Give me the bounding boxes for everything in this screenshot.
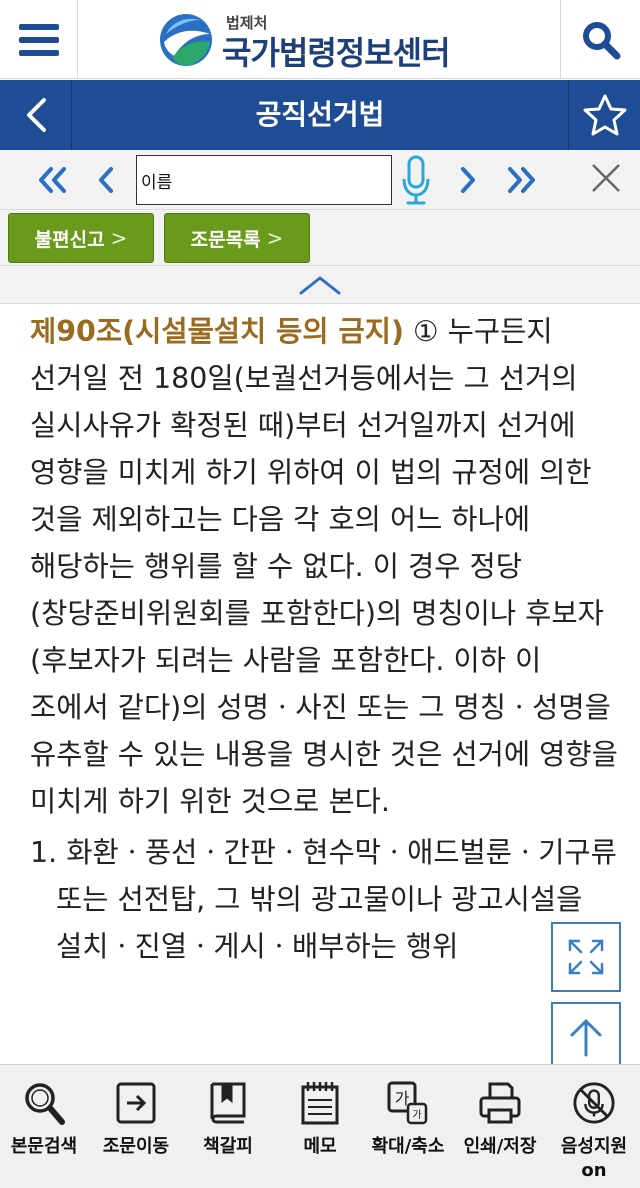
menu-button[interactable] (0, 0, 78, 79)
collapse-toggle[interactable] (0, 266, 640, 304)
site-name: 국가법령정보센터 (222, 34, 451, 72)
zoom-label: 확대/축소 (371, 1136, 445, 1157)
logo-emblem-icon (160, 14, 212, 66)
arrow-up-icon (570, 1019, 602, 1057)
microphone-icon (402, 155, 430, 205)
report-inconvenience-label: 불편신고 (34, 228, 105, 251)
print-save-label: 인쇄/저장 (463, 1136, 537, 1157)
article-heading: 제90조(시설물설치 등의 금지) (30, 315, 404, 348)
expand-arrows-icon (568, 939, 604, 975)
next-match-button[interactable] (446, 158, 490, 202)
previous-match-button[interactable] (84, 158, 128, 202)
close-icon (592, 164, 620, 192)
page-title: 공직선거법 (255, 98, 385, 131)
fullscreen-button[interactable] (551, 922, 621, 992)
text-search-tool[interactable]: 본문검색 (4, 1065, 84, 1188)
voice-support-tool[interactable]: 음성지원 on (554, 1065, 634, 1188)
search-input[interactable] (136, 155, 392, 205)
chevron-right-icon: > (266, 226, 284, 250)
app-header: 법제처 국가법령정보센터 (0, 0, 640, 79)
double-chevron-left-icon (39, 167, 66, 193)
chevron-right-icon: > (110, 226, 128, 250)
close-search-button[interactable] (584, 156, 628, 200)
notepad-icon (298, 1079, 342, 1127)
article-list-button[interactable]: 조문목록 > (164, 213, 310, 263)
scroll-to-top-button[interactable] (551, 1002, 621, 1072)
memo-tool[interactable]: 메모 (280, 1065, 360, 1188)
arrow-box-icon (114, 1079, 158, 1127)
report-inconvenience-button[interactable]: 불편신고 > (8, 213, 154, 263)
back-button[interactable] (0, 80, 72, 150)
zoom-tool[interactable]: 가 가 확대/축소 (368, 1065, 448, 1188)
magnifier-icon (22, 1079, 66, 1127)
site-logo[interactable]: 법제처 국가법령정보센터 (158, 10, 458, 72)
svg-text:가: 가 (412, 1109, 421, 1121)
chevron-left-icon (99, 167, 113, 193)
in-document-search-bar (0, 150, 640, 210)
search-icon (582, 21, 620, 59)
text-size-icon: 가 가 (386, 1079, 430, 1127)
voice-search-button[interactable] (396, 154, 436, 208)
book-icon (206, 1079, 250, 1127)
bottom-toolbar: 본문검색 조문이동 책갈피 메모 가 가 확대/축소 인쇄/저장 음성지원 on (0, 1064, 640, 1188)
move-article-label: 조문이동 (102, 1136, 170, 1157)
double-chevron-right-icon (508, 167, 535, 193)
printer-icon (478, 1079, 522, 1127)
article-paragraph: 제90조(시설물설치 등의 금지) ① 누구든지 선거일 전 180일(보궐선거… (30, 308, 622, 825)
chevron-right-icon (461, 167, 475, 193)
bookmark-label: 책갈피 (203, 1136, 253, 1157)
action-button-row: 불편신고 > 조문목록 > (0, 210, 640, 266)
bookmark-tool[interactable]: 책갈피 (188, 1065, 268, 1188)
hamburger-icon (18, 23, 59, 56)
article-item: 1. 화환ㆍ풍선ㆍ간판ㆍ현수막ㆍ애드벌룬ㆍ기구류 또는 선전탑, 그 밖의 광고… (30, 836, 617, 963)
microphone-off-icon (572, 1079, 616, 1127)
last-match-button[interactable] (500, 158, 544, 202)
title-bar: 공직선거법 (0, 80, 640, 150)
print-save-tool[interactable]: 인쇄/저장 (460, 1065, 540, 1188)
text-search-label: 본문검색 (10, 1136, 78, 1157)
article-body: ① 누구든지 선거일 전 180일(보궐선거등에서는 그 선거의 실시사유가 확… (30, 315, 618, 818)
header-search-button[interactable] (560, 0, 640, 79)
chevron-left-icon (26, 98, 46, 132)
voice-support-label: 음성지원 on (560, 1136, 628, 1181)
article-list-label: 조문목록 (190, 228, 261, 251)
star-icon (583, 94, 626, 136)
memo-label: 메모 (303, 1136, 337, 1157)
first-match-button[interactable] (30, 158, 74, 202)
move-article-tool[interactable]: 조문이동 (96, 1065, 176, 1188)
law-article-content: 제90조(시설물설치 등의 금지) ① 누구든지 선거일 전 180일(보궐선거… (30, 308, 622, 1068)
favorite-button[interactable] (568, 80, 640, 150)
chevron-up-icon (299, 276, 341, 294)
